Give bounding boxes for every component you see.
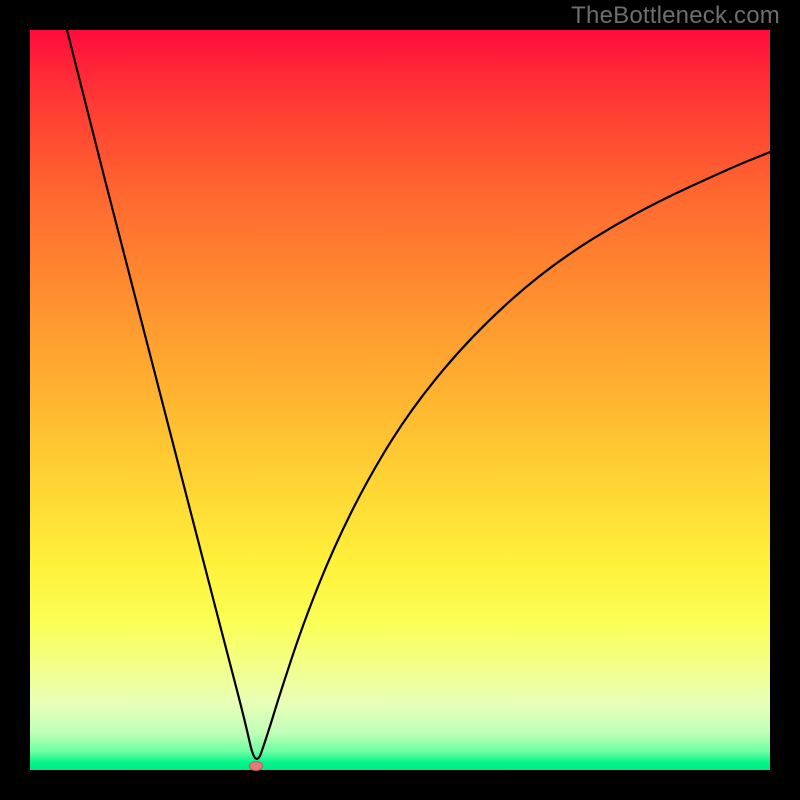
watermark-text: TheBottleneck.com — [571, 2, 780, 30]
curve-svg — [30, 30, 770, 770]
bottleneck-curve — [67, 30, 770, 759]
optimum-marker — [249, 761, 263, 771]
chart-frame: TheBottleneck.com — [0, 0, 800, 800]
plot-area — [30, 30, 770, 770]
